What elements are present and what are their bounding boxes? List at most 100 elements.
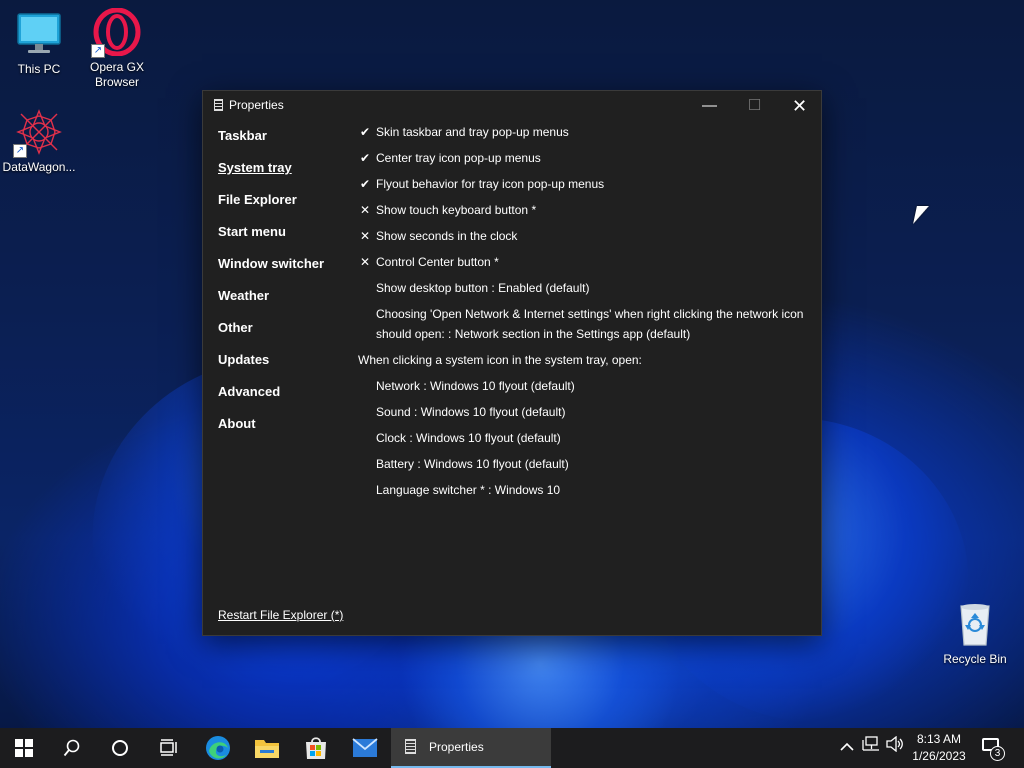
notification-count-badge: 3 — [990, 746, 1005, 761]
option-battery-flyout[interactable]: Battery : Windows 10 flyout (default) — [358, 456, 808, 482]
desktop-icon-label: Recycle Bin — [943, 652, 1007, 666]
option-label: Center tray icon pop-up menus — [376, 151, 541, 165]
cortana-button[interactable] — [96, 728, 144, 768]
checkmark-icon: ✔ — [359, 151, 371, 165]
properties-window: Properties — ☐ ✕ Taskbar System tray Fil… — [202, 90, 822, 636]
option-label: Show touch keyboard button * — [376, 203, 537, 217]
clock-date: 1/26/2023 — [912, 749, 966, 763]
minimize-button[interactable]: — — [687, 91, 732, 121]
sidebar-item-system-tray[interactable]: System tray — [218, 160, 324, 192]
task-view-icon — [160, 739, 177, 756]
option-language-switcher[interactable]: Language switcher * : Windows 10 — [358, 482, 808, 508]
opera-gx-icon: ↗ — [91, 7, 141, 58]
monitor-icon — [15, 10, 63, 58]
desktop-icon-label: DataWagon... — [2, 160, 76, 174]
cortana-icon — [112, 740, 128, 756]
window-title: Properties — [229, 98, 284, 112]
taskbar: Properties 8:13 AM 1/26/2023 3 — [0, 728, 1024, 768]
network-icon — [862, 736, 879, 751]
shortcut-arrow-icon: ↗ — [13, 144, 27, 158]
sidebar-item-about[interactable]: About — [218, 416, 324, 448]
option-label: Choosing 'Open Network & Internet settin… — [376, 307, 804, 341]
settings-content: ✔ Skin taskbar and tray pop-up menus ✔ C… — [358, 124, 808, 508]
sidebar-nav: Taskbar System tray File Explorer Start … — [218, 128, 324, 448]
option-label: Flyout behavior for tray icon pop-up men… — [376, 177, 605, 191]
volume-tray-button[interactable] — [884, 728, 906, 768]
option-show-seconds[interactable]: ✕ Show seconds in the clock — [358, 228, 808, 254]
option-center-menus[interactable]: ✔ Center tray icon pop-up menus — [358, 150, 808, 176]
desktop-icon-this-pc[interactable]: This PC — [1, 10, 77, 77]
option-control-center[interactable]: ✕ Control Center button * — [358, 254, 808, 280]
sidebar-item-updates[interactable]: Updates — [218, 352, 324, 384]
option-network-flyout[interactable]: Network : Windows 10 flyout (default) — [358, 378, 808, 404]
edge-icon — [206, 736, 230, 760]
checkmark-icon: ✔ — [359, 125, 371, 139]
sidebar-item-file-explorer[interactable]: File Explorer — [218, 192, 324, 224]
windows-logo-icon — [15, 739, 33, 757]
sidebar-item-weather[interactable]: Weather — [218, 288, 324, 320]
file-explorer-taskbar-button[interactable] — [243, 728, 291, 768]
restart-file-explorer-link[interactable]: Restart File Explorer (*) — [218, 608, 343, 622]
desktop-icon-recycle-bin[interactable]: Recycle Bin — [937, 600, 1013, 667]
option-flyout-behavior[interactable]: ✔ Flyout behavior for tray icon pop-up m… — [358, 176, 808, 202]
option-label: Skin taskbar and tray pop-up menus — [376, 125, 569, 139]
desktop-icon-datawagon[interactable]: ↗ DataWagon... — [1, 108, 77, 175]
maximize-button[interactable]: ☐ — [732, 91, 777, 121]
store-icon — [306, 737, 326, 759]
window-titlebar[interactable]: Properties — ☐ ✕ — [203, 91, 821, 121]
store-taskbar-button[interactable] — [292, 728, 340, 768]
properties-icon — [405, 739, 416, 754]
cross-icon: ✕ — [359, 229, 371, 243]
option-label: Show seconds in the clock — [376, 229, 518, 243]
option-label: Show desktop button : Enabled (default) — [376, 281, 590, 295]
action-center-button[interactable]: 3 — [980, 736, 1006, 761]
properties-app-icon — [214, 99, 223, 111]
option-label: Language switcher * : Windows 10 — [376, 483, 561, 497]
option-touch-keyboard[interactable]: ✕ Show touch keyboard button * — [358, 202, 808, 228]
desktop-icon-label: Opera GX Browser — [89, 60, 145, 89]
sidebar-item-window-switcher[interactable]: Window switcher — [218, 256, 324, 288]
start-button[interactable] — [0, 728, 48, 768]
network-tray-button[interactable] — [860, 728, 882, 768]
option-label: Network : Windows 10 flyout (default) — [376, 379, 575, 393]
properties-taskbar-button[interactable]: Properties — [391, 728, 551, 768]
option-label: Control Center button * — [376, 255, 499, 269]
option-label: Battery : Windows 10 flyout (default) — [376, 457, 569, 471]
option-show-desktop[interactable]: Show desktop button : Enabled (default) — [358, 280, 808, 306]
option-skin-menus[interactable]: ✔ Skin taskbar and tray pop-up menus — [358, 124, 808, 150]
section-heading: When clicking a system icon in the syste… — [358, 352, 808, 378]
mail-icon — [352, 738, 378, 757]
sidebar-item-start-menu[interactable]: Start menu — [218, 224, 324, 256]
shortcut-arrow-icon: ↗ — [91, 44, 105, 58]
cross-icon: ✕ — [359, 255, 371, 269]
desktop-icon-opera-gx[interactable]: ↗ Opera GX Browser — [79, 7, 155, 90]
edge-taskbar-button[interactable] — [194, 728, 242, 768]
search-button[interactable] — [48, 728, 96, 768]
sidebar-item-other[interactable]: Other — [218, 320, 324, 352]
taskbar-clock[interactable]: 8:13 AM 1/26/2023 — [908, 731, 970, 765]
show-hidden-icons-button[interactable] — [838, 728, 856, 768]
search-icon — [63, 739, 80, 757]
datawagon-icon: ↗ — [13, 108, 63, 158]
option-clock-flyout[interactable]: Clock : Windows 10 flyout (default) — [358, 430, 808, 456]
option-label: Clock : Windows 10 flyout (default) — [376, 431, 561, 445]
folder-icon — [255, 740, 279, 758]
clock-time: 8:13 AM — [916, 732, 962, 746]
mail-taskbar-button[interactable] — [341, 728, 389, 768]
sidebar-item-advanced[interactable]: Advanced — [218, 384, 324, 416]
cross-icon: ✕ — [359, 203, 371, 217]
recycle-bin-icon — [951, 600, 999, 648]
close-button[interactable]: ✕ — [777, 91, 822, 121]
option-label: Sound : Windows 10 flyout (default) — [376, 405, 566, 419]
chevron-up-icon — [840, 742, 854, 751]
task-view-button[interactable] — [144, 728, 192, 768]
desktop-icon-label: This PC — [17, 62, 61, 76]
section-heading-text: When clicking a system icon in the syste… — [358, 353, 642, 367]
sidebar-item-taskbar[interactable]: Taskbar — [218, 128, 324, 160]
checkmark-icon: ✔ — [359, 177, 371, 191]
mouse-cursor-icon — [913, 206, 929, 224]
option-network-settings[interactable]: Choosing 'Open Network & Internet settin… — [358, 306, 808, 352]
speaker-icon — [886, 735, 903, 753]
taskbar-task-label: Properties — [429, 740, 484, 754]
option-sound-flyout[interactable]: Sound : Windows 10 flyout (default) — [358, 404, 808, 430]
